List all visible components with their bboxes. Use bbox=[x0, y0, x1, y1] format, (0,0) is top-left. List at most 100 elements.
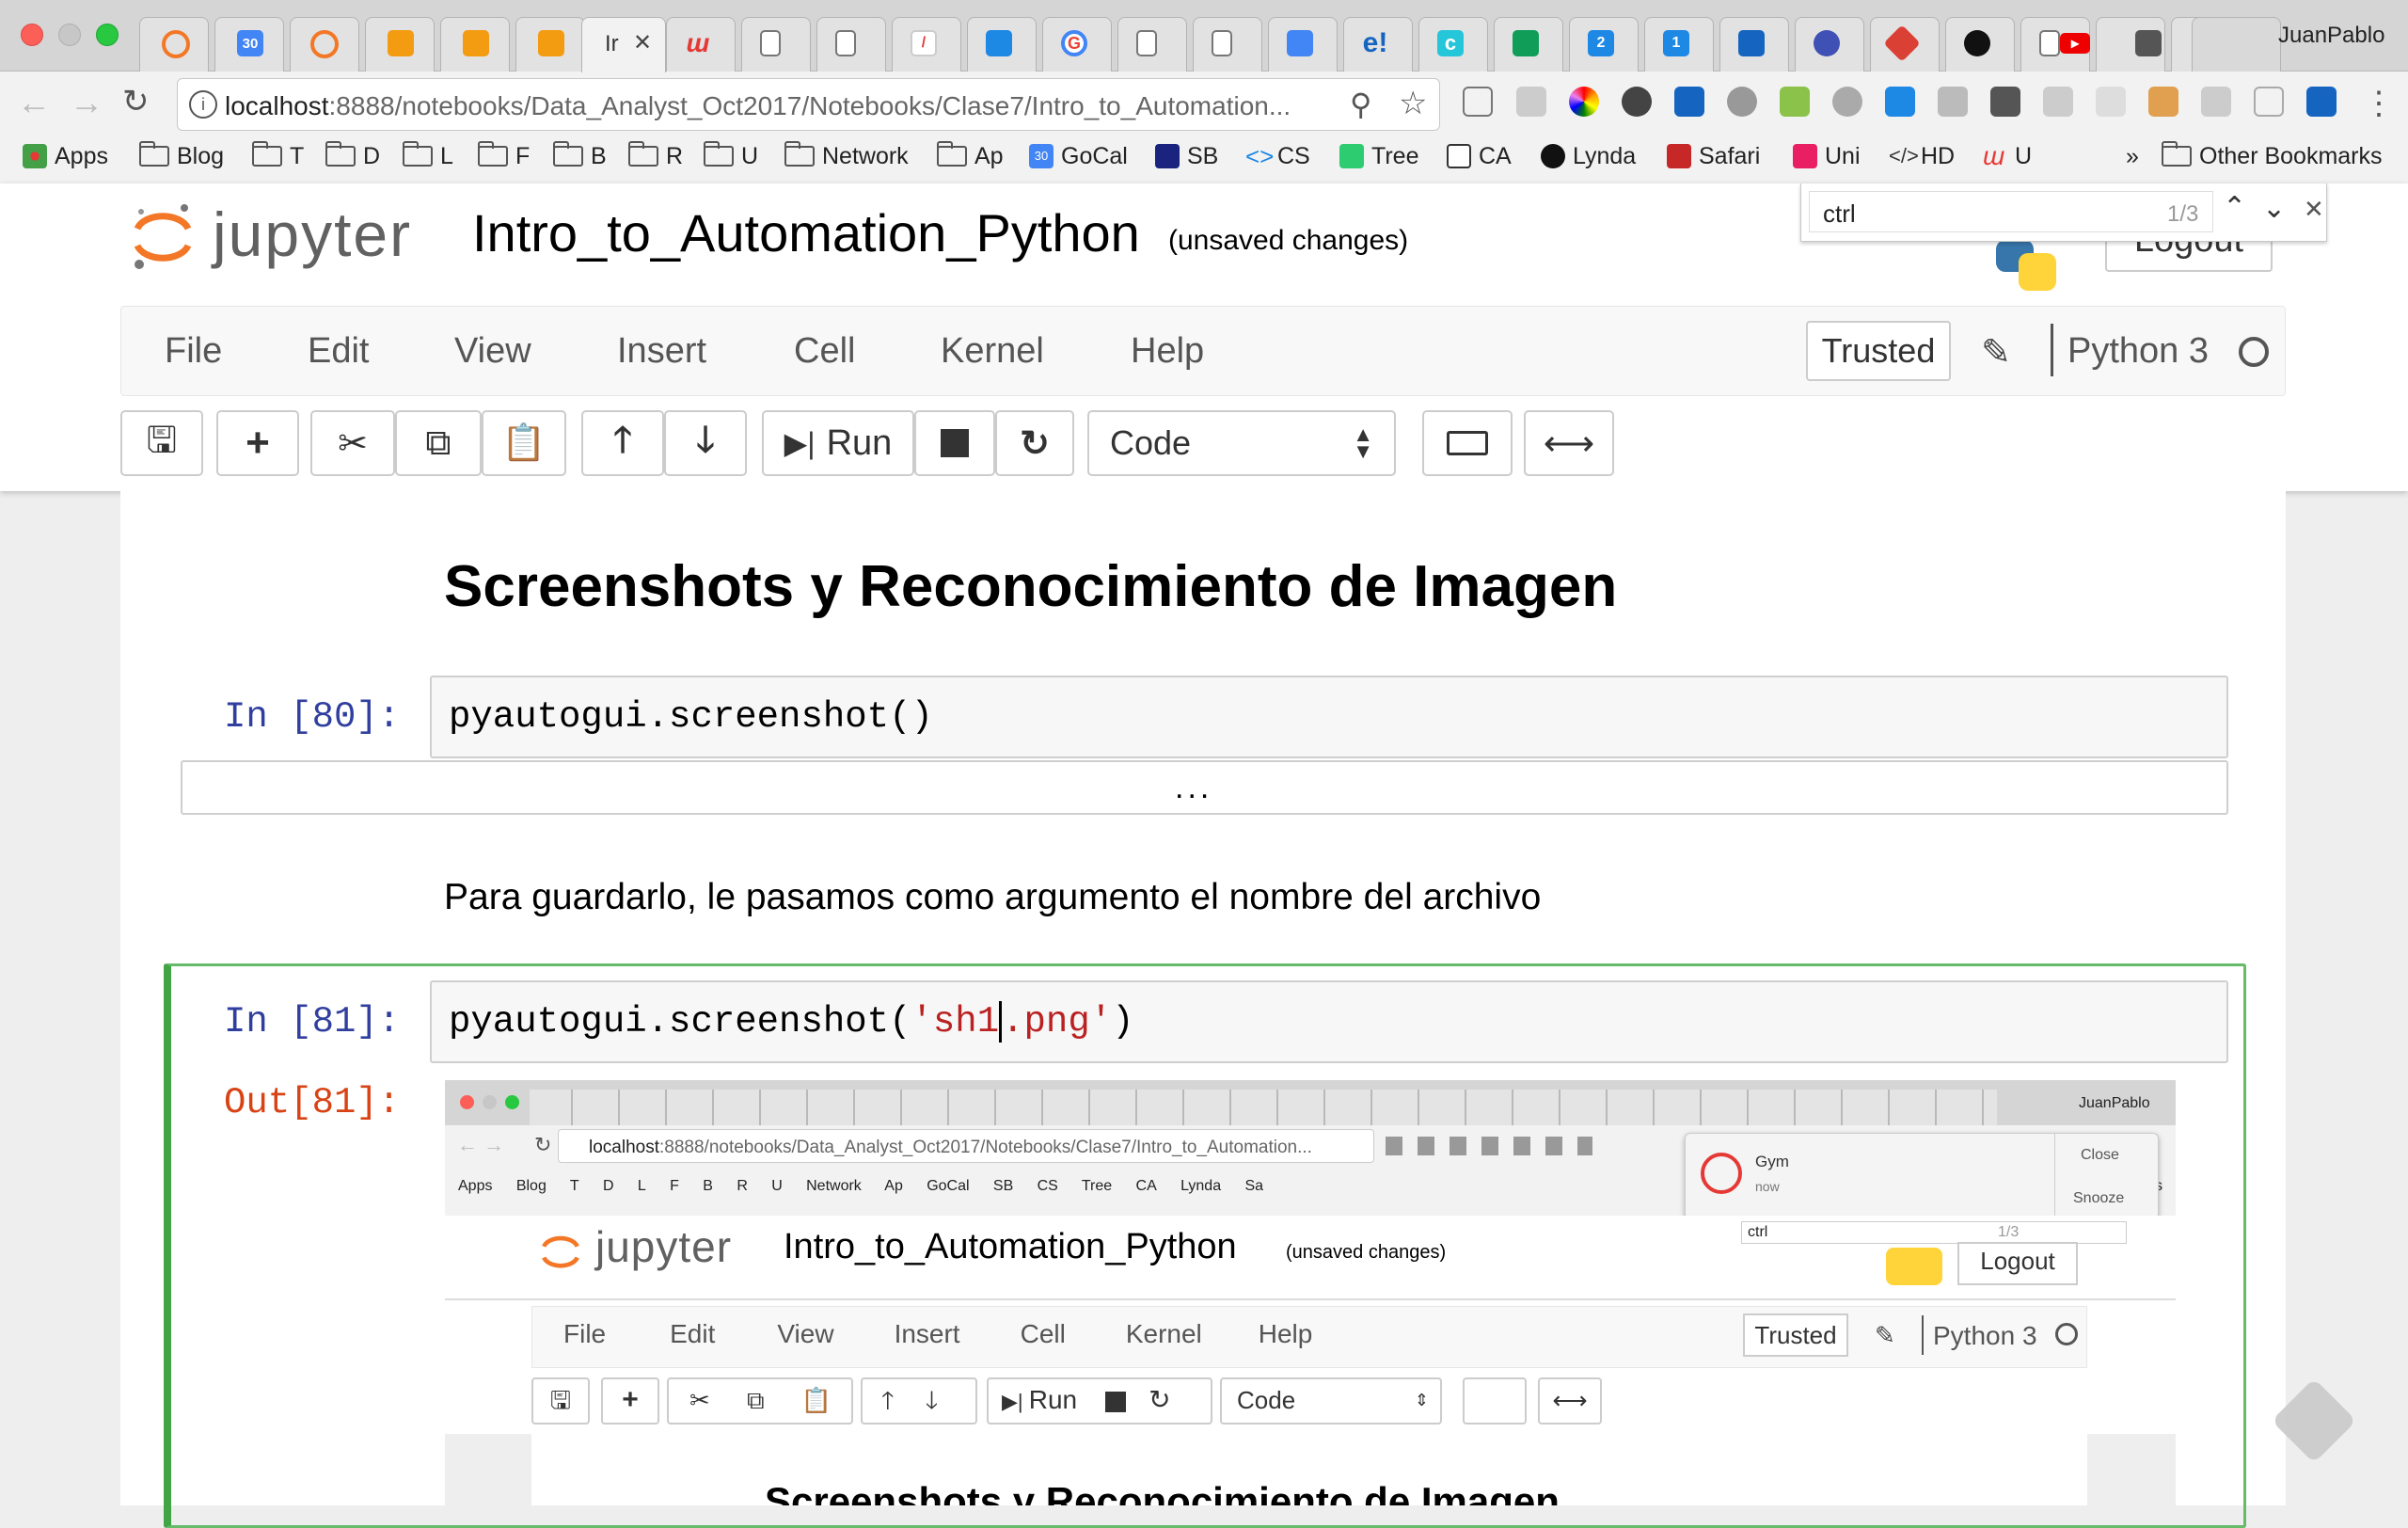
menu-cell[interactable]: Cell bbox=[794, 331, 855, 372]
output-kernel-idle-icon bbox=[2055, 1323, 2078, 1345]
new-tab-button[interactable] bbox=[2192, 17, 2281, 72]
code-cell-input[interactable]: pyautogui.screenshot() bbox=[430, 676, 2228, 758]
find-close-icon[interactable]: ✕ bbox=[2304, 195, 2324, 224]
bookmark-u[interactable]: U bbox=[704, 140, 758, 172]
address-bar[interactable]: i localhost:8888/notebooks/Data_Analyst_… bbox=[177, 78, 1440, 131]
kernel-name[interactable]: Python 3 bbox=[2067, 331, 2209, 372]
color-picker-icon[interactable] bbox=[1569, 87, 1599, 117]
find-previous-icon[interactable]: ⌃ bbox=[2223, 191, 2246, 224]
trusted-badge[interactable]: Trusted bbox=[1806, 321, 1951, 381]
bookmark-ext-icon[interactable] bbox=[2306, 87, 2337, 117]
output-image[interactable]: JuanPablo ← → ↻ localhost:8888/notebooks… bbox=[445, 1080, 2176, 1505]
bookmark-tree[interactable]: Tree bbox=[1339, 140, 1418, 172]
code-cell-input[interactable]: pyautogui.screenshot('sh1.png') bbox=[430, 980, 2228, 1063]
ruler-icon[interactable] bbox=[2148, 87, 2178, 117]
copy-button[interactable]: ⧉ bbox=[395, 410, 482, 476]
info-icon[interactable]: i bbox=[189, 90, 217, 119]
cast-icon[interactable] bbox=[1463, 87, 1493, 117]
drive-icon[interactable] bbox=[1938, 87, 1968, 117]
collapsed-output[interactable]: ... bbox=[181, 760, 2228, 815]
bookmark-d[interactable]: D bbox=[325, 140, 380, 172]
zoom-icon[interactable]: ⚲ bbox=[1350, 87, 1371, 122]
menu-insert[interactable]: Insert bbox=[617, 331, 706, 372]
screen-capture-icon[interactable] bbox=[1885, 87, 1915, 117]
bookmark-r[interactable]: R bbox=[628, 140, 683, 172]
bookmark-sb[interactable]: SB bbox=[1155, 140, 1218, 172]
bookmark-u-site[interactable]: ɯU bbox=[1983, 140, 2032, 172]
run-button[interactable]: ▶| Run bbox=[762, 410, 914, 476]
output-zoom-light bbox=[505, 1095, 519, 1109]
bookmarks-overflow[interactable]: » bbox=[2126, 140, 2139, 172]
close-tab-icon[interactable]: ✕ bbox=[633, 29, 652, 56]
bookmark-ap[interactable]: Ap bbox=[937, 140, 1004, 172]
bookmark-blog[interactable]: Blog bbox=[139, 140, 224, 172]
bookmark-safari[interactable]: Safari bbox=[1667, 140, 1760, 172]
bracket-icon[interactable] bbox=[2096, 87, 2126, 117]
menu-help[interactable]: Help bbox=[1131, 331, 1204, 372]
evernote-ext-icon[interactable] bbox=[1622, 87, 1652, 117]
plant-icon[interactable] bbox=[1780, 87, 1810, 117]
interrupt-button[interactable] bbox=[914, 410, 995, 476]
chat-icon[interactable] bbox=[2043, 87, 2073, 117]
find-input[interactable]: ctrl 1/3 bbox=[1809, 191, 2213, 232]
code-text: pyautogui.screenshot('sh1.png') bbox=[449, 1001, 1134, 1043]
menu-file[interactable]: File bbox=[165, 331, 222, 372]
minimize-window-button[interactable] bbox=[58, 24, 81, 46]
bookmark-hd[interactable]: </> HD bbox=[1889, 140, 1955, 172]
move-down-button[interactable]: 🡓 bbox=[664, 410, 747, 476]
document-tab-icon bbox=[835, 30, 856, 56]
toggle-width-button[interactable]: ⟷ bbox=[1524, 410, 1614, 476]
pocket-icon[interactable] bbox=[1990, 87, 2020, 117]
bookmark-gocal[interactable]: 30 GoCal bbox=[1029, 140, 1128, 172]
collapsed-output-ellipsis: ... bbox=[1175, 770, 1213, 805]
bookmark-b[interactable]: B bbox=[553, 140, 607, 172]
bookmark-star-icon[interactable]: ☆ bbox=[1399, 85, 1427, 122]
notebook-title[interactable]: Intro_to_Automation_Python bbox=[472, 202, 1140, 263]
bookmark-apps[interactable]: Apps bbox=[23, 140, 108, 172]
settings-gear-icon[interactable] bbox=[1727, 87, 1757, 117]
save-button[interactable]: 🖫 bbox=[120, 410, 203, 476]
power-icon[interactable] bbox=[1832, 87, 1862, 117]
forward-icon[interactable]: → bbox=[70, 83, 103, 122]
bookmark-ca[interactable]: CA bbox=[1447, 140, 1512, 172]
menu-kernel[interactable]: Kernel bbox=[941, 331, 1044, 372]
tab-active-notebook[interactable]: Ir ✕ bbox=[581, 17, 666, 72]
menu-view[interactable]: View bbox=[454, 331, 531, 372]
bookmark-uni[interactable]: Uni bbox=[1793, 140, 1861, 172]
find-bar: ctrl 1/3 ⌃ ⌃ ✕ bbox=[1800, 183, 2327, 242]
brush-icon[interactable] bbox=[2201, 87, 2231, 117]
jupyter-wordmark[interactable]: jupyter bbox=[213, 199, 412, 270]
c-tab-icon: c bbox=[1437, 30, 1464, 56]
output-save-status: (unsaved changes) bbox=[1286, 1242, 1447, 1263]
restart-button[interactable]: ↻ bbox=[995, 410, 1074, 476]
bookmark-t[interactable]: T bbox=[252, 140, 304, 172]
keyboard-icon bbox=[1447, 431, 1488, 455]
analytics-icon[interactable] bbox=[1674, 87, 1704, 117]
url-text[interactable]: localhost:8888/notebooks/Data_Analyst_Oc… bbox=[225, 91, 1291, 121]
insert-cell-button[interactable]: + bbox=[216, 410, 299, 476]
extension-chart-icon[interactable] bbox=[1516, 87, 1546, 117]
cut-button[interactable]: ✂ bbox=[310, 410, 395, 476]
output-python-logo-icon bbox=[1886, 1248, 1942, 1285]
bookmark-other[interactable]: Other Bookmarks bbox=[2162, 140, 2383, 172]
move-up-button[interactable]: 🡑 bbox=[581, 410, 664, 476]
reload-icon[interactable]: ↻ bbox=[122, 83, 150, 120]
bookmark-network[interactable]: Network bbox=[784, 140, 909, 172]
bookmark-lynda[interactable]: Lynda bbox=[1541, 140, 1636, 172]
mail-icon[interactable] bbox=[2254, 87, 2284, 117]
browser-menu-icon[interactable]: ⋮ bbox=[2363, 85, 2395, 122]
profile-name[interactable]: JuanPablo bbox=[2278, 23, 2384, 49]
edit-pencil-icon[interactable]: ✎ bbox=[1981, 331, 2011, 374]
zoom-window-button[interactable] bbox=[96, 24, 119, 46]
command-palette-button[interactable] bbox=[1422, 410, 1513, 476]
back-icon[interactable]: ← bbox=[17, 83, 51, 122]
bookmark-cs[interactable]: <> CS bbox=[1245, 140, 1310, 172]
paste-button[interactable]: 📋 bbox=[482, 410, 566, 476]
bookmark-l[interactable]: L bbox=[403, 140, 453, 172]
close-window-button[interactable] bbox=[21, 24, 43, 46]
cell-type-select[interactable]: Code ▲ ▼ bbox=[1087, 410, 1396, 476]
bookmark-f[interactable]: F bbox=[478, 140, 530, 172]
menu-edit[interactable]: Edit bbox=[308, 331, 369, 372]
find-next-icon[interactable]: ⌃ bbox=[2262, 189, 2286, 222]
output-save-icon: 🖫 bbox=[531, 1377, 590, 1425]
